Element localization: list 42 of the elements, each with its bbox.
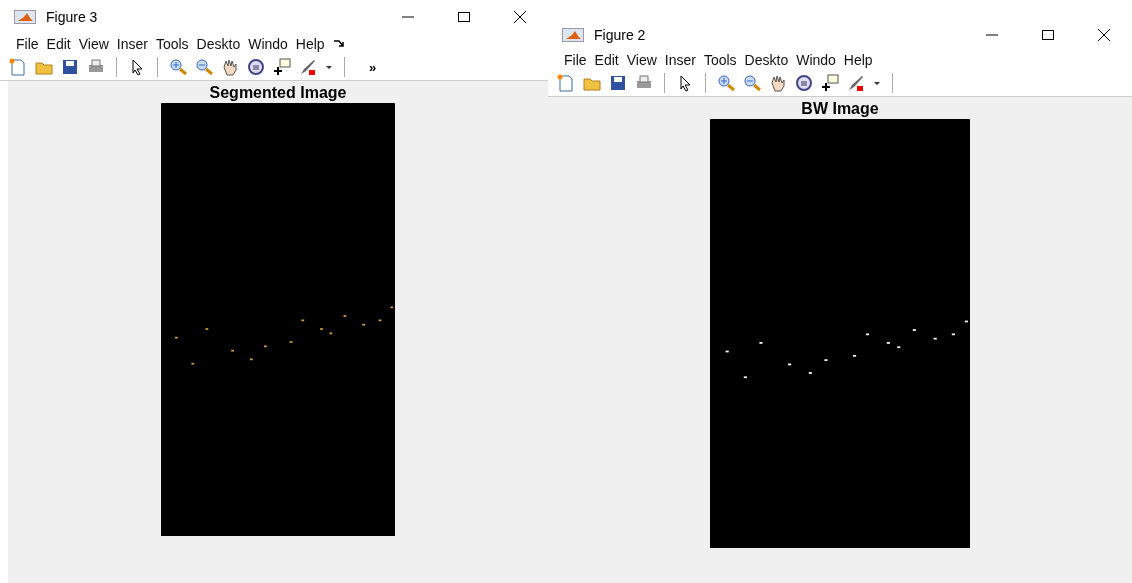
menu-item[interactable]: Tools bbox=[699, 52, 741, 68]
menu-item[interactable]: Edit bbox=[42, 36, 75, 52]
menu-item[interactable]: Windo bbox=[244, 36, 292, 52]
close-icon[interactable] bbox=[1098, 29, 1110, 41]
hand-icon[interactable] bbox=[768, 73, 788, 93]
matlab-logo-icon bbox=[14, 10, 36, 24]
zoom-out-icon[interactable] bbox=[194, 57, 214, 77]
axes-title: Segmented Image bbox=[209, 85, 347, 101]
zoom-out-icon[interactable] bbox=[742, 73, 762, 93]
save-icon[interactable] bbox=[60, 57, 80, 77]
menu-item[interactable]: File bbox=[12, 36, 43, 52]
menu-item[interactable]: Edit bbox=[590, 52, 623, 68]
window-title: Figure 2 bbox=[594, 27, 647, 43]
menu-item[interactable]: Inser bbox=[112, 36, 152, 52]
data-cursor-icon[interactable] bbox=[820, 73, 840, 93]
maximize-icon[interactable] bbox=[1042, 29, 1054, 41]
hand-icon[interactable] bbox=[220, 57, 240, 77]
save-icon[interactable] bbox=[608, 73, 628, 93]
menu-item[interactable]: Windo bbox=[792, 52, 840, 68]
matlab-logo-icon bbox=[562, 28, 584, 42]
maximize-icon[interactable] bbox=[458, 11, 470, 23]
menu-item[interactable]: View bbox=[622, 52, 661, 68]
menu-item[interactable]: Deskto bbox=[740, 52, 793, 68]
menu-overflow-icon[interactable] bbox=[332, 39, 345, 49]
rotate-icon[interactable] bbox=[246, 57, 266, 77]
close-icon[interactable] bbox=[514, 11, 526, 23]
menu-item[interactable]: Deskto bbox=[192, 36, 245, 52]
menu-item[interactable]: View bbox=[74, 36, 113, 52]
zoom-in-icon[interactable] bbox=[716, 73, 736, 93]
menu-item[interactable]: File bbox=[560, 52, 591, 68]
menu-item[interactable]: Help bbox=[291, 36, 329, 52]
window-title: Figure 3 bbox=[46, 9, 99, 25]
menu-item[interactable]: Tools bbox=[151, 36, 193, 52]
brush-icon[interactable] bbox=[846, 73, 866, 93]
toolbar-overflow[interactable]: » bbox=[369, 59, 377, 75]
rotate-icon[interactable] bbox=[794, 73, 814, 93]
menu-item[interactable]: Help bbox=[839, 52, 877, 68]
data-cursor-icon[interactable] bbox=[272, 57, 292, 77]
brush-icon[interactable] bbox=[298, 57, 318, 77]
menu-item[interactable]: Inser bbox=[660, 52, 700, 68]
zoom-in-icon[interactable] bbox=[168, 57, 188, 77]
axes-title: BW Image bbox=[801, 101, 879, 117]
